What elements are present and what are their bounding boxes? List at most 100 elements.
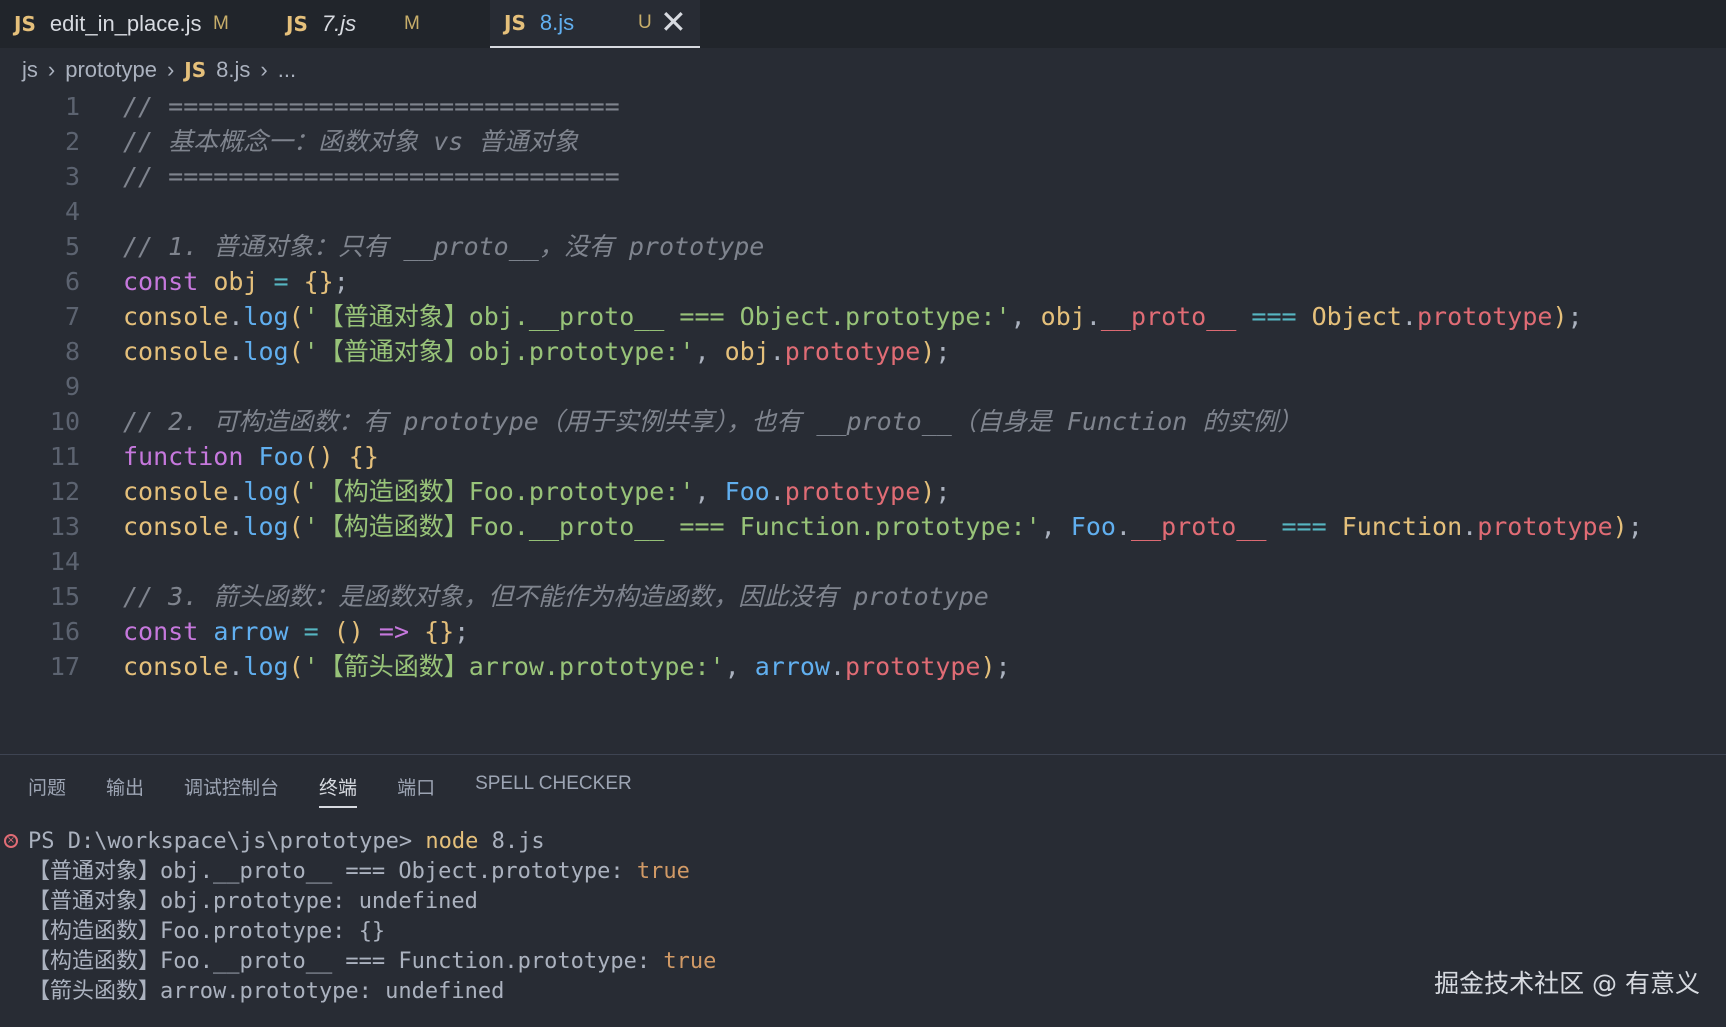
panel-tab[interactable]: 终端: [319, 773, 358, 808]
terminal-output-value: true: [663, 949, 717, 974]
panel-tabs: 问题 输出 调试控制台 终端 端口 SPELL CHECKER: [28, 773, 672, 808]
code-token: =: [288, 617, 334, 646]
code-token: ;: [454, 617, 470, 646]
code-text: console.log('【普通对象】obj.prototype:', obj.…: [123, 333, 950, 371]
code-token: ;: [1567, 302, 1583, 331]
modified-badge: M: [404, 13, 420, 34]
terminal-output-line: 【构造函数】Foo.prototype: {}: [28, 917, 385, 947]
panel-tab[interactable]: 问题: [28, 773, 66, 808]
terminal-output-text: 【构造函数】Foo.prototype:: [28, 919, 359, 944]
panel-tab[interactable]: 调试控制台: [184, 773, 279, 808]
code-token: ,: [724, 652, 755, 681]
code-text: const arrow = () => {};: [123, 613, 469, 651]
chevron-right-icon: ›: [260, 57, 268, 82]
code-token: (: [288, 652, 304, 681]
terminal-prompt-line: PS D:\workspace\js\prototype> node 8.js: [28, 827, 545, 857]
line-number: 12: [49, 477, 80, 506]
code-token: prototype: [1416, 302, 1553, 331]
code-token: arrow: [213, 617, 289, 646]
code-token: .: [228, 652, 244, 681]
code-text: // 3. 箭头函数：是函数对象，但不能作为构造函数，因此没有 prototyp…: [123, 578, 989, 616]
code-token: ): [1612, 512, 1628, 541]
code-token: ===: [1236, 302, 1312, 331]
code-token: console: [123, 477, 229, 506]
terminal-arg: 8.js: [478, 829, 545, 854]
line-number: 4: [64, 197, 80, 226]
breadcrumb-item-prototype[interactable]: prototype: [65, 57, 157, 83]
code-token: .: [1085, 302, 1101, 331]
tab-label: 7.js: [321, 11, 357, 36]
code-token: =>: [363, 617, 425, 646]
code-token: obj: [213, 267, 259, 296]
panel-tab[interactable]: SPELL CHECKER: [475, 773, 632, 808]
code-token: log: [243, 477, 289, 506]
code-token: ,: [1010, 302, 1041, 331]
terminal-output-value: undefined: [385, 979, 505, 1004]
close-icon[interactable]: ✕: [660, 6, 687, 38]
code-token: ): [1552, 302, 1568, 331]
code-token: Function: [1341, 512, 1463, 541]
line-number: 17: [49, 652, 80, 681]
terminal-prompt: PS D:\workspace\js\prototype>: [28, 829, 426, 854]
terminal-output-value: true: [636, 859, 690, 884]
code-token: ;: [935, 337, 951, 366]
code-editor[interactable]: 1 // ============================== 2 // 基本…: [0, 88, 1726, 754]
code-text: console.log('【箭头函数】arrow.prototype:', ar…: [123, 648, 1011, 686]
code-token: prototype: [845, 652, 981, 681]
breadcrumb-item-more[interactable]: ...: [278, 57, 296, 83]
code-token: ): [920, 477, 936, 506]
tab-edit-in-place[interactable]: JS edit_in_place.js M: [0, 0, 272, 48]
code-token: ===: [1266, 512, 1342, 541]
code-token: prototype: [784, 337, 921, 366]
code-token: console: [123, 652, 229, 681]
code-token: log: [243, 652, 289, 681]
code-token: log: [243, 337, 289, 366]
breadcrumb-item-js[interactable]: js: [22, 57, 38, 83]
code-token: ,: [694, 477, 725, 506]
panel-tab[interactable]: 输出: [106, 773, 144, 808]
code-token: =: [258, 267, 304, 296]
line-number: 2: [64, 127, 80, 156]
javascript-file-icon: JS: [504, 11, 526, 35]
javascript-file-icon: JS: [286, 12, 308, 36]
code-text: // 1. 普通对象：只有 __proto__，没有 prototype: [123, 228, 764, 266]
code-token: ;: [1627, 512, 1643, 541]
code-token: ;: [995, 652, 1011, 681]
code-text: console.log('【普通对象】obj.__proto__ === Obj…: [123, 298, 1583, 336]
code-token: {}: [424, 617, 455, 646]
modified-badge: M: [213, 13, 229, 34]
code-token: // ==============================: [123, 162, 620, 191]
terminal-output-line: 【普通对象】obj.prototype: undefined: [28, 887, 478, 917]
code-token: '【构造函数】Foo.__proto__ === Function.protot…: [303, 512, 1041, 541]
code-token: obj: [1040, 302, 1086, 331]
code-token: const: [123, 267, 214, 296]
line-number: 10: [49, 407, 80, 436]
code-token: prototype: [1477, 512, 1613, 541]
code-token: .: [228, 477, 244, 506]
code-token: .: [769, 477, 785, 506]
breadcrumb-item-file[interactable]: 8.js: [216, 57, 250, 83]
tab-7js[interactable]: JS 7.js M: [272, 0, 490, 48]
code-token: ): [980, 652, 996, 681]
code-text: function Foo() {}: [123, 438, 379, 476]
code-token: // 3. 箭头函数：是函数对象，但不能作为构造函数，因此没有 prototyp…: [123, 582, 989, 611]
code-token: (: [288, 512, 304, 541]
code-token: '【普通对象】obj.__proto__ === Object.prototyp…: [303, 302, 1011, 331]
terminal-output-line: 【箭头函数】arrow.prototype: undefined: [28, 977, 504, 1007]
code-token: '【构造函数】Foo.prototype:': [303, 477, 695, 506]
terminal-command: node: [425, 829, 479, 854]
code-token: __proto__: [1130, 512, 1267, 541]
code-token: console: [123, 302, 229, 331]
terminal-output-value: undefined: [358, 889, 478, 914]
code-text: console.log('【构造函数】Foo.__proto__ === Fun…: [123, 508, 1643, 546]
panel-tab[interactable]: 端口: [397, 773, 435, 808]
line-number: 8: [64, 337, 80, 366]
terminal-output-text: 【箭头函数】arrow.prototype:: [28, 979, 386, 1004]
code-token: (): [333, 617, 364, 646]
line-number: 14: [49, 547, 80, 576]
javascript-file-icon: JS: [184, 58, 207, 82]
code-text: const obj = {};: [123, 263, 349, 301]
tab-8js[interactable]: JS 8.js U ✕: [490, 0, 700, 48]
code-token: console: [123, 512, 229, 541]
code-token: .: [829, 652, 846, 681]
